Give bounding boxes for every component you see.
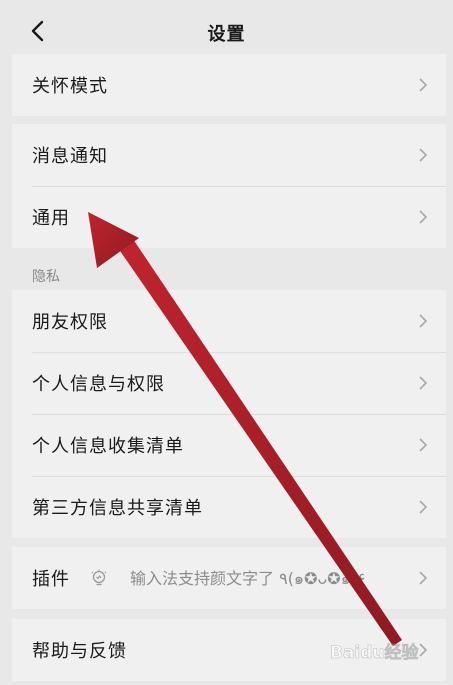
chevron-right-icon bbox=[419, 438, 428, 452]
settings-item-personal-info-permissions[interactable]: 个人信息与权限 bbox=[12, 352, 446, 414]
settings-item-label: 朋友权限 bbox=[32, 312, 108, 333]
settings-item-personal-info-collection[interactable]: 个人信息收集清单 bbox=[12, 414, 446, 476]
section-title-privacy: 隐私 bbox=[32, 269, 60, 285]
chevron-right-icon bbox=[419, 314, 428, 328]
settings-item-third-party-sharing[interactable]: 第三方信息共享清单 bbox=[12, 476, 446, 538]
page-title: 设置 bbox=[207, 24, 246, 45]
group-plugins: 插件 输入法支持颜文字了 ٩(๑✪ᴗ✪๑)۶ bbox=[12, 547, 446, 609]
settings-item-label: 关怀模式 bbox=[32, 76, 108, 97]
baidu-watermark-logo: Baidu经验 bbox=[330, 642, 420, 664]
group-general: 消息通知 通用 bbox=[12, 124, 446, 248]
settings-screen: 设置 关怀模式 消息通知 通用 隐私 朋友权限 个人信息与权限 个人信息收集清单 bbox=[0, 0, 453, 685]
top-navigation-bar: 设置 bbox=[0, 0, 453, 62]
settings-item-label: 个人信息收集清单 bbox=[32, 436, 184, 457]
settings-item-notifications[interactable]: 消息通知 bbox=[12, 124, 446, 186]
settings-item-label: 消息通知 bbox=[32, 146, 108, 167]
settings-item-general[interactable]: 通用 bbox=[12, 186, 446, 248]
plugin-announcement-text: 输入法支持颜文字了 ٩(๑✪ᴗ✪๑)۶ bbox=[130, 568, 366, 588]
lightbulb-icon bbox=[91, 569, 107, 586]
settings-item-label: 第三方信息共享清单 bbox=[32, 498, 203, 519]
settings-item-label: 通用 bbox=[32, 208, 70, 229]
chevron-right-icon bbox=[419, 148, 428, 162]
svg-text:Baidu经验: Baidu经验 bbox=[330, 642, 420, 663]
group-privacy: 朋友权限 个人信息与权限 个人信息收集清单 第三方信息共享清单 bbox=[12, 290, 446, 538]
chevron-right-icon bbox=[419, 210, 428, 224]
chevron-right-icon bbox=[419, 571, 428, 585]
group-care-mode: 关怀模式 bbox=[12, 54, 446, 116]
settings-item-friend-permissions[interactable]: 朋友权限 bbox=[12, 290, 446, 352]
settings-item-care-mode[interactable]: 关怀模式 bbox=[12, 54, 446, 116]
settings-item-label: 插件 bbox=[32, 569, 70, 590]
settings-item-plugins[interactable]: 插件 输入法支持颜文字了 ٩(๑✪ᴗ✪๑)۶ bbox=[12, 547, 446, 609]
settings-item-label: 帮助与反馈 bbox=[32, 641, 127, 662]
chevron-right-icon bbox=[419, 500, 428, 514]
chevron-right-icon bbox=[419, 376, 428, 390]
chevron-right-icon bbox=[419, 78, 428, 92]
settings-item-label: 个人信息与权限 bbox=[32, 374, 165, 395]
